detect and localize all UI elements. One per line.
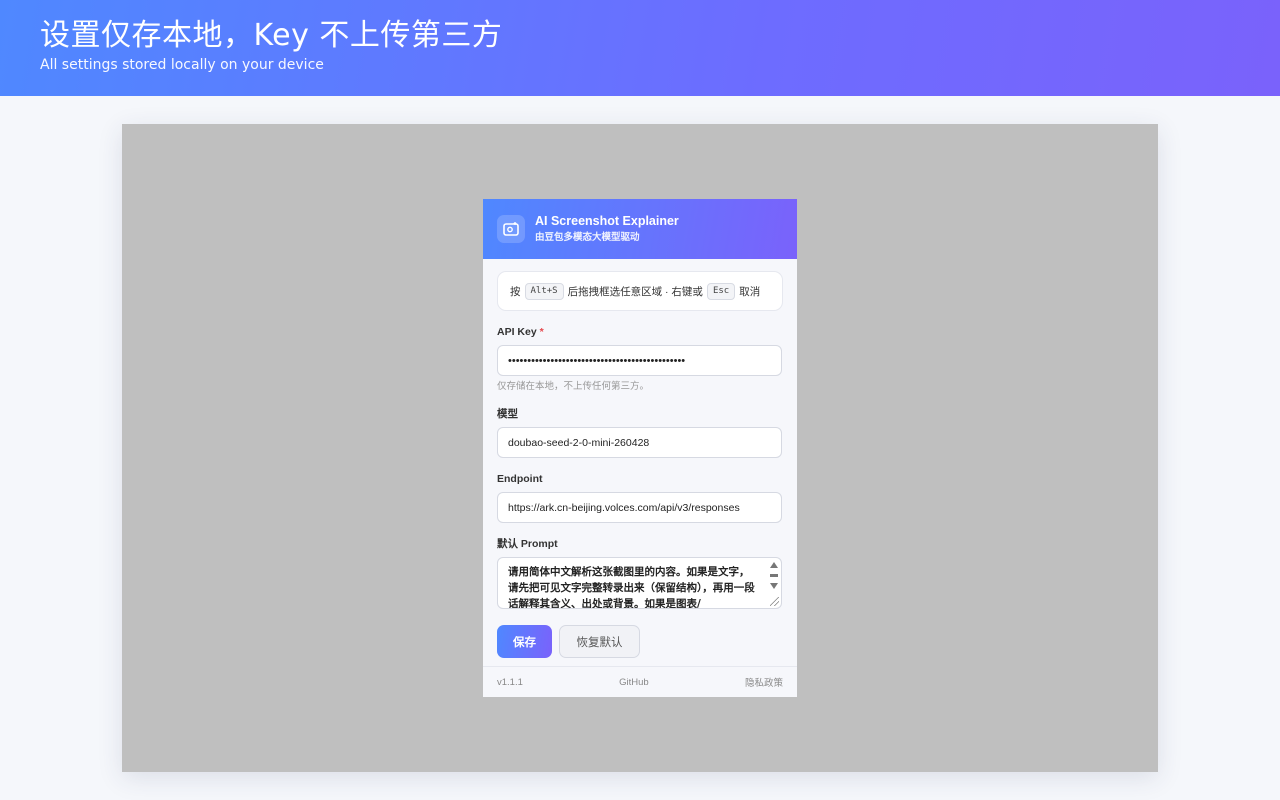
api-key-help: 仅存储在本地，不上传任何第三方。 [497,381,650,392]
model-input[interactable] [497,427,782,458]
api-key-input[interactable] [497,345,782,376]
hint-prefix: 按 [510,285,521,298]
model-label: 模型 [497,408,518,420]
page-title: 设置仅存本地，Key 不上传第三方 [40,18,503,53]
scroll-down-icon[interactable] [770,583,778,589]
scroll-thumb[interactable] [770,574,778,577]
scroll-up-icon[interactable] [770,562,778,568]
screenshot-stage: AI Screenshot Explainer 由豆包多模态大模型驱动 按 Al… [122,124,1158,772]
api-key-field: API Key * 仅存储在本地，不上传任何第三方。 [497,325,783,393]
endpoint-field: Endpoint [497,472,783,523]
model-field: 模型 [497,407,783,458]
popup-footer: v1.1.1 GitHub 隐私政策 [483,666,797,697]
reset-defaults-button[interactable]: 恢复默认 [559,625,640,658]
shortcut-key: Alt+S [524,282,564,300]
resize-grip-icon[interactable] [770,597,779,606]
prompt-field: 默认 Prompt 请用简体中文解析这张截图里的内容。如果是文字，请先把可见文字… [497,537,783,609]
extension-popup: AI Screenshot Explainer 由豆包多模态大模型驱动 按 Al… [483,199,797,697]
prompt-label: 默认 Prompt [497,538,558,550]
screenshot-camera-icon [497,215,525,243]
endpoint-input[interactable] [497,492,782,523]
popup-header: AI Screenshot Explainer 由豆包多模态大模型驱动 [483,199,797,259]
api-key-label: API Key * [497,326,544,338]
shortcut-hint: 按 Alt+S 后拖拽框选任意区域 · 右键或 Esc 取消 [497,271,783,311]
page-subtitle: All settings stored locally on your devi… [40,57,324,73]
privacy-link[interactable]: 隐私政策 [745,675,783,689]
prompt-textarea[interactable]: 请用简体中文解析这张截图里的内容。如果是文字，请先把可见文字完整转录出来（保留结… [497,557,782,609]
app-name: AI Screenshot Explainer [535,214,679,228]
save-button[interactable]: 保存 [497,625,552,658]
endpoint-label: Endpoint [497,473,543,485]
hint-middle: 后拖拽框选任意区域 · 右键或 [567,285,703,298]
app-tagline: 由豆包多模态大模型驱动 [535,232,640,243]
version-label: v1.1.1 [497,676,523,688]
header-banner: 设置仅存本地，Key 不上传第三方 All settings stored lo… [0,0,1280,96]
cancel-key: Esc [706,282,736,300]
hint-suffix: 取消 [739,285,761,298]
required-mark: * [539,326,544,338]
github-link[interactable]: GitHub [619,677,649,688]
